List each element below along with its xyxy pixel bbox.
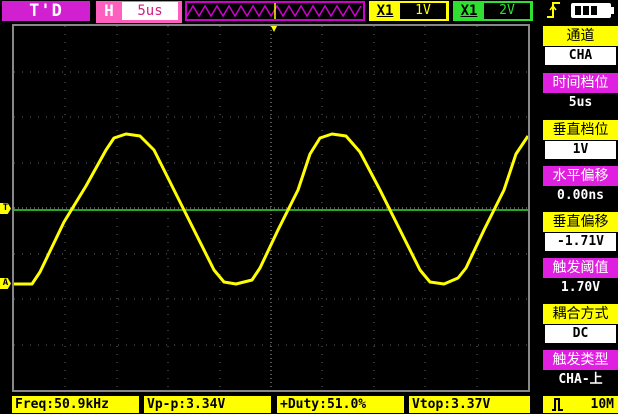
menu-value-coupling[interactable]: DC xyxy=(545,325,616,343)
timebase-value: 5us xyxy=(122,2,178,20)
menu-value-horizontal-offset[interactable]: 0.00ns xyxy=(545,187,616,205)
menu-value-timebase[interactable]: 5us xyxy=(545,94,616,112)
menu-value-vertical-scale[interactable]: 1V xyxy=(545,141,616,159)
menu-title-coupling[interactable]: 耦合方式 xyxy=(543,304,618,324)
menu-title-trigger-type[interactable]: 触发类型 xyxy=(543,350,618,370)
channel-a-probe-tag: X1 xyxy=(376,3,394,19)
channel-b-scale: 2V xyxy=(484,3,530,19)
menu-value-trigger-type[interactable]: CHA-上 xyxy=(545,371,616,389)
menu-value-vertical-offset[interactable]: -1.71V xyxy=(545,233,616,251)
run-mode-indicator[interactable]: T'D xyxy=(2,1,90,21)
menu-value-channel[interactable]: CHA xyxy=(545,47,616,65)
scope-plot xyxy=(14,26,530,390)
menu-title-timebase[interactable]: 时间档位 xyxy=(543,73,618,93)
waveform-preview-icon xyxy=(186,3,362,19)
duty-cycle-readout: +Duty:51.0% xyxy=(277,396,404,413)
battery-icon xyxy=(571,3,611,18)
channel-a-scale: 1V xyxy=(400,3,446,19)
battery-cell xyxy=(583,6,589,15)
battery-tip xyxy=(611,7,614,14)
timebase-tag: H xyxy=(104,1,114,20)
waveform-preview xyxy=(185,1,365,21)
menu-title-vertical-offset[interactable]: 垂直偏移 xyxy=(543,212,618,232)
trigger-level-marker[interactable]: T xyxy=(0,203,11,214)
rising-edge-icon xyxy=(546,0,562,22)
frequency-readout: Freq:50.9kHz xyxy=(12,396,139,413)
menu-title-vertical-scale[interactable]: 垂直档位 xyxy=(543,120,618,140)
vtop-readout: Vtop:3.37V xyxy=(409,396,530,413)
trigger-status[interactable]: 10M xyxy=(543,396,618,413)
peak-to-peak-readout: Vp-p:3.34V xyxy=(144,396,271,413)
channel-b-probe-tag: X1 xyxy=(460,3,478,19)
menu-title-horizontal-offset[interactable]: 水平偏移 xyxy=(543,166,618,186)
trigger-position-marker xyxy=(271,26,277,32)
channel-a-trace xyxy=(14,132,530,286)
menu-title-trigger-level[interactable]: 触发阈值 xyxy=(543,258,618,278)
trigger-status-label: 10M xyxy=(590,397,614,412)
menu-value-trigger-level[interactable]: 1.70V xyxy=(545,279,616,297)
channel-a-offset-marker[interactable]: A xyxy=(0,278,11,289)
scope-screen[interactable] xyxy=(12,24,530,392)
battery-cell xyxy=(575,6,581,15)
menu-title-channel[interactable]: 通道 xyxy=(543,26,618,46)
battery-cell xyxy=(591,6,597,15)
pulse-icon xyxy=(552,398,563,411)
scope-grid xyxy=(14,26,528,390)
